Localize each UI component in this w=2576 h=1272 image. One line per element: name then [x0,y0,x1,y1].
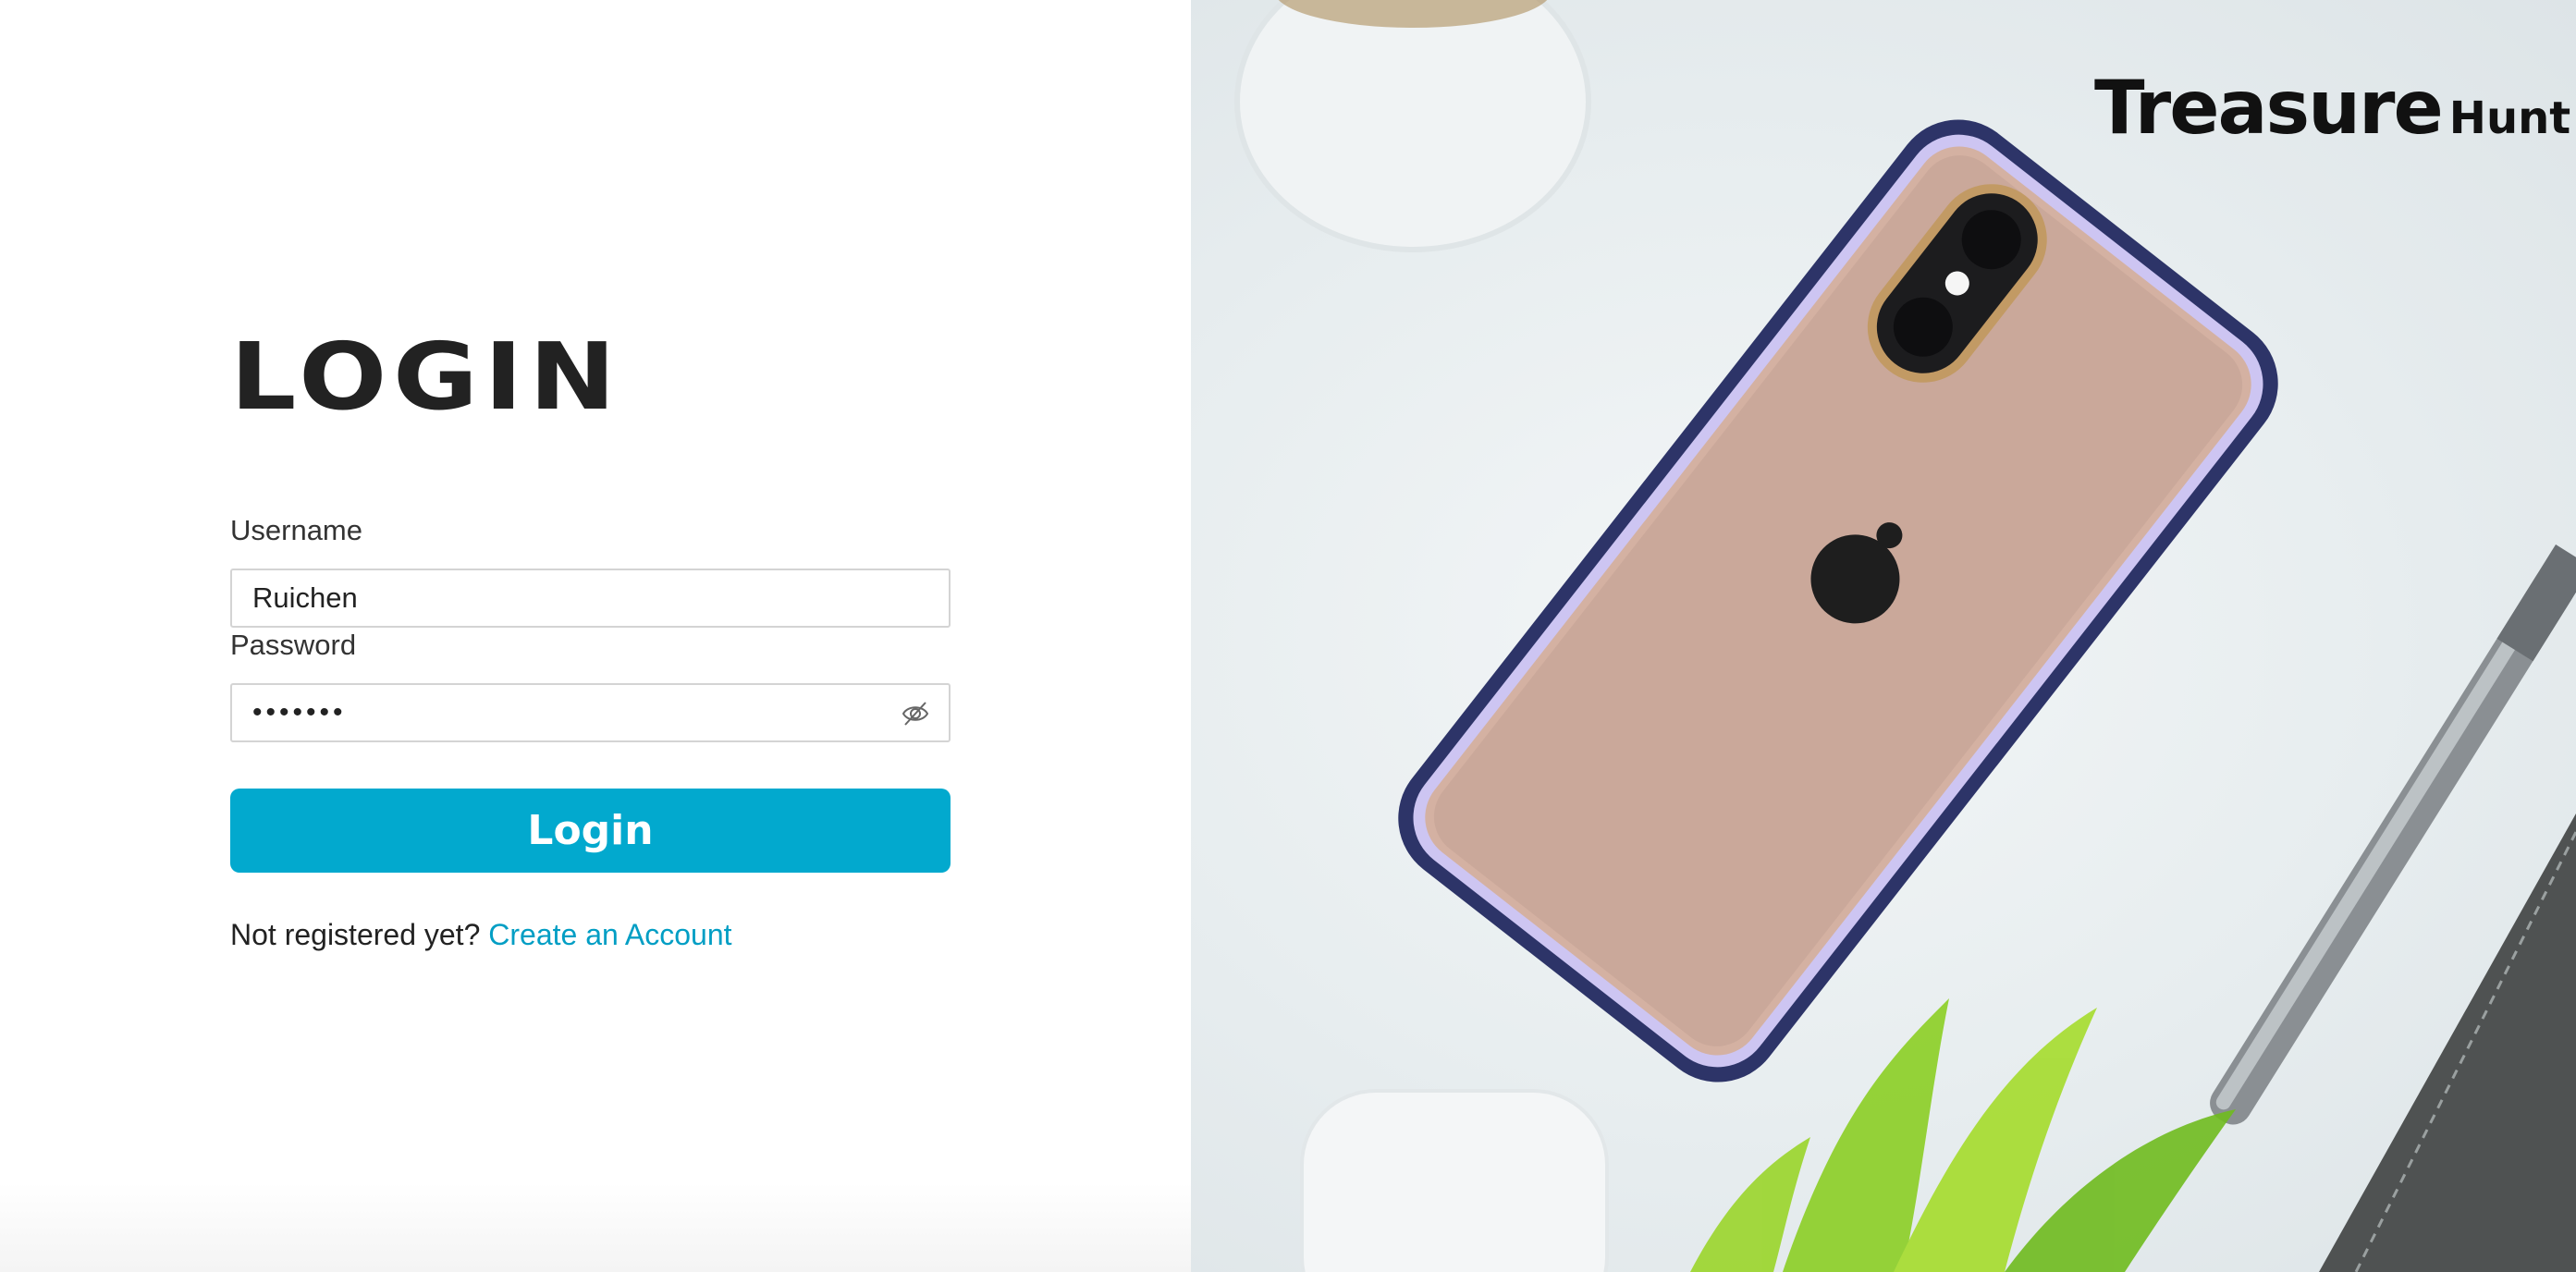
brand-main-text: Treasure [2094,65,2444,151]
login-panel: LOGIN Username Ruichen Password ••••••• … [0,0,1191,1272]
username-input[interactable]: Ruichen [230,569,951,628]
password-label: Password [230,629,357,661]
eye-slash-icon[interactable] [901,700,930,728]
hero-image: Treasure Hunt [1191,0,2576,1272]
brand-sub-text: Hunt [2448,92,2571,144]
register-prompt: Not registered yet? Create an Account [230,918,732,952]
username-label: Username [230,514,362,546]
password-input[interactable]: ••••••• [230,683,951,742]
phone-photo [1234,0,2576,1272]
register-prompt-text: Not registered yet? [230,918,481,951]
password-value: ••••••• [252,697,347,728]
username-value: Ruichen [252,581,358,614]
brand-logo: Treasure Hunt [2094,65,2570,151]
login-button[interactable]: Login [230,789,951,873]
create-account-link[interactable]: Create an Account [488,918,731,951]
page-title: LOGIN [230,323,622,431]
